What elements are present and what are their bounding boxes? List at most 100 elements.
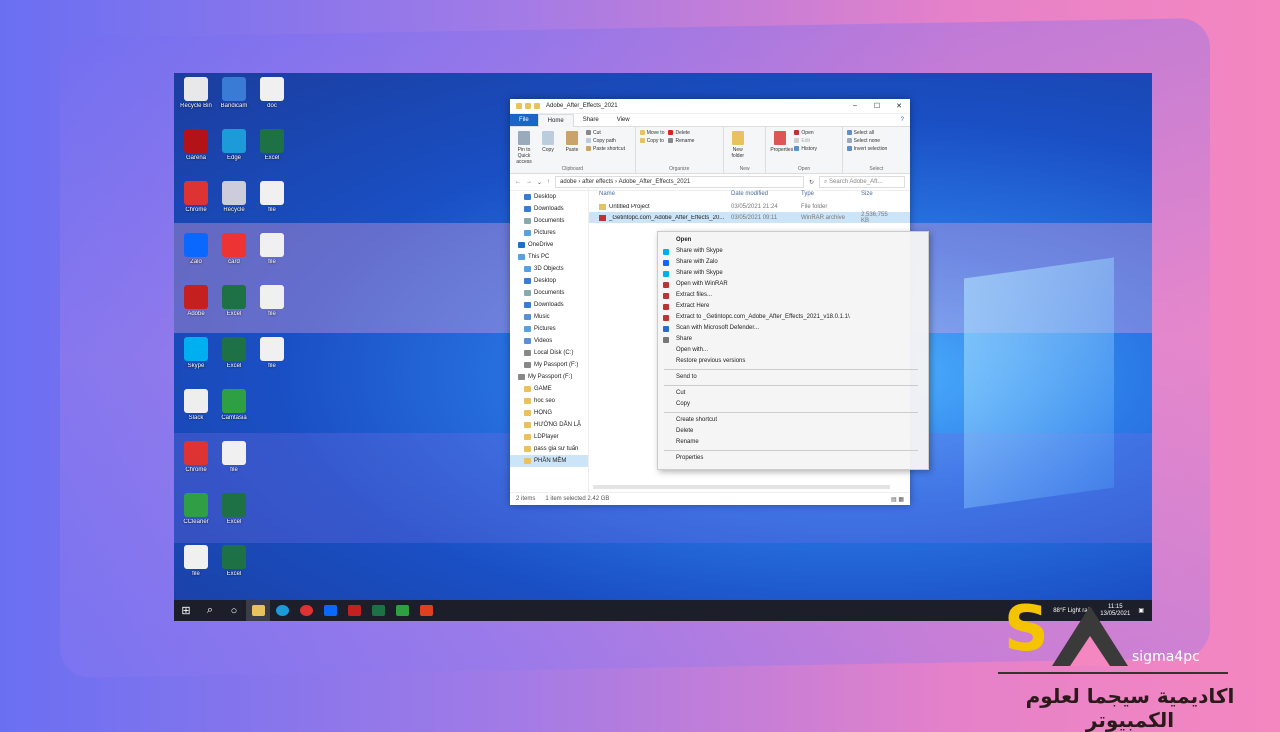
nav-item[interactable]: Pictures — [510, 323, 588, 335]
up-arrow-icon[interactable]: ↑ — [547, 179, 550, 185]
file-row[interactable]: _Getintopc.com_Adobe_After_Effects_20...… — [589, 212, 910, 224]
nav-item[interactable]: pass gia sư tuấn — [510, 443, 588, 455]
file-explorer-taskbar-icon[interactable] — [246, 600, 270, 621]
desktop-icon[interactable]: Excel — [214, 545, 254, 578]
help-icon[interactable]: ? — [901, 117, 904, 123]
context-menu-item[interactable]: Share with Skype — [658, 268, 928, 279]
desktop-icon[interactable]: Chrome — [176, 181, 216, 214]
paste-button[interactable]: Paste — [562, 129, 582, 171]
desktop-icon[interactable]: Zalo — [176, 233, 216, 266]
pin-quick-access-button[interactable]: Pin to Quick access — [514, 129, 534, 171]
context-menu-item[interactable]: Open with WinRAR — [658, 279, 928, 290]
delete-button[interactable]: Delete — [668, 129, 694, 137]
context-menu-item[interactable]: Delete — [658, 426, 928, 437]
context-menu-item[interactable]: Properties — [658, 453, 928, 464]
nav-item[interactable]: Downloads — [510, 299, 588, 311]
context-menu-item[interactable]: Cut — [658, 388, 928, 399]
desktop-icon[interactable]: file — [252, 233, 292, 266]
edge-taskbar-icon[interactable] — [270, 600, 294, 621]
refresh-icon[interactable]: ↻ — [809, 179, 814, 186]
desktop-icon[interactable]: Adobe — [176, 285, 216, 318]
task-view-icon[interactable]: ○ — [222, 600, 246, 621]
start-button[interactable]: ⊞ — [174, 600, 198, 621]
forward-arrow-icon[interactable]: → — [526, 179, 532, 185]
zalo-taskbar-icon[interactable] — [318, 600, 342, 621]
context-menu-item[interactable]: Extract Here — [658, 301, 928, 312]
properties-button[interactable]: Properties — [770, 129, 793, 171]
copy-to-button[interactable]: Copy to — [639, 137, 665, 145]
tab-view[interactable]: View — [608, 114, 639, 126]
new-folder-button[interactable]: New folder — [728, 129, 748, 171]
nav-item[interactable]: HƯỚNG DẪN LẬ — [510, 419, 588, 431]
edit-button[interactable]: Edit — [794, 137, 817, 145]
breadcrumb-item[interactable]: Adobe_After_Effects_2021 — [619, 179, 691, 185]
context-menu-item[interactable]: Open — [658, 235, 928, 246]
tab-home[interactable]: Home — [537, 113, 574, 127]
desktop-icon[interactable]: file — [214, 441, 254, 474]
search-icon[interactable]: ⌕ — [198, 600, 222, 621]
minimize-icon[interactable]: – — [844, 102, 866, 110]
nav-item[interactable]: Local Disk (C:) — [510, 347, 588, 359]
nav-item[interactable]: Pictures — [510, 227, 588, 239]
context-menu-item[interactable]: Extract files... — [658, 290, 928, 301]
nav-item[interactable]: PHẦN MỀM — [510, 455, 588, 467]
desktop-icon[interactable]: file — [252, 337, 292, 370]
desktop-icon[interactable]: file — [252, 181, 292, 214]
nav-item[interactable]: OneDrive — [510, 239, 588, 251]
column-name[interactable]: Name — [599, 191, 731, 197]
nav-item[interactable]: Videos — [510, 335, 588, 347]
desktop-icon[interactable]: CCleaner — [176, 493, 216, 526]
desktop-icon[interactable]: Skype — [176, 337, 216, 370]
horizontal-scrollbar[interactable] — [593, 485, 890, 489]
desktop-icon[interactable]: Excel — [252, 129, 292, 162]
context-menu-item[interactable]: Share with Zalo — [658, 257, 928, 268]
desktop-icon[interactable]: file — [252, 285, 292, 318]
desktop-icon[interactable]: Recycle Bin — [176, 77, 216, 110]
camtasia-taskbar-icon[interactable] — [390, 600, 414, 621]
desktop-icon[interactable]: Camtasia — [214, 389, 254, 422]
maximize-icon[interactable]: ☐ — [866, 102, 888, 110]
nav-item[interactable]: LDPlayer — [510, 431, 588, 443]
nav-item[interactable]: hoc seo — [510, 395, 588, 407]
nav-item[interactable]: GAME — [510, 383, 588, 395]
column-size[interactable]: Size — [861, 191, 891, 197]
context-menu-item[interactable]: Rename — [658, 437, 928, 448]
app-taskbar-icon[interactable] — [342, 600, 366, 621]
context-menu-item[interactable]: Scan with Microsoft Defender... — [658, 323, 928, 334]
chrome-taskbar-icon[interactable] — [294, 600, 318, 621]
desktop-icon[interactable]: doc — [252, 77, 292, 110]
desktop-icon[interactable]: Recycle — [214, 181, 254, 214]
close-icon[interactable]: ✕ — [888, 102, 910, 110]
copy-button[interactable]: Copy — [538, 129, 558, 171]
context-menu-item[interactable]: Open with... — [658, 345, 928, 356]
nav-item[interactable]: HỌNG — [510, 407, 588, 419]
open-button[interactable]: Open — [794, 129, 817, 137]
nav-item[interactable]: My Passport (F:) — [510, 371, 588, 383]
desktop-icon[interactable]: file — [176, 545, 216, 578]
select-none-button[interactable]: Select none — [846, 137, 888, 145]
view-toggle-icons[interactable]: ▤ ▦ — [891, 496, 904, 503]
back-arrow-icon[interactable]: ← — [515, 179, 521, 185]
desktop-icon[interactable]: Slack — [176, 389, 216, 422]
desktop-icon[interactable]: Excel — [214, 337, 254, 370]
tab-file[interactable]: File — [510, 114, 538, 126]
context-menu-item[interactable]: Share — [658, 334, 928, 345]
breadcrumb-item[interactable]: after effects — [582, 179, 613, 185]
column-type[interactable]: Type — [801, 191, 861, 197]
desktop-icon[interactable]: Chrome — [176, 441, 216, 474]
invert-selection-button[interactable]: Invert selection — [846, 145, 887, 153]
nav-item[interactable]: Desktop — [510, 191, 588, 203]
desktop-icon[interactable]: card — [214, 233, 254, 266]
breadcrumb-item[interactable]: adobe — [560, 179, 577, 185]
nav-item[interactable]: My Passport (F:) — [510, 359, 588, 371]
rename-button[interactable]: Rename — [668, 137, 694, 145]
cut-button[interactable]: Cut — [586, 129, 625, 137]
move-to-button[interactable]: Move to — [639, 129, 664, 137]
desktop-icon[interactable]: Bandicam — [214, 77, 254, 110]
desktop-icon[interactable]: Garena — [176, 129, 216, 162]
column-date[interactable]: Date modified — [731, 191, 801, 197]
nav-item[interactable]: Downloads — [510, 203, 588, 215]
nav-item[interactable]: Documents — [510, 215, 588, 227]
desktop-icon[interactable]: Excel — [214, 285, 254, 318]
quick-access-toolbar[interactable] — [516, 103, 540, 109]
